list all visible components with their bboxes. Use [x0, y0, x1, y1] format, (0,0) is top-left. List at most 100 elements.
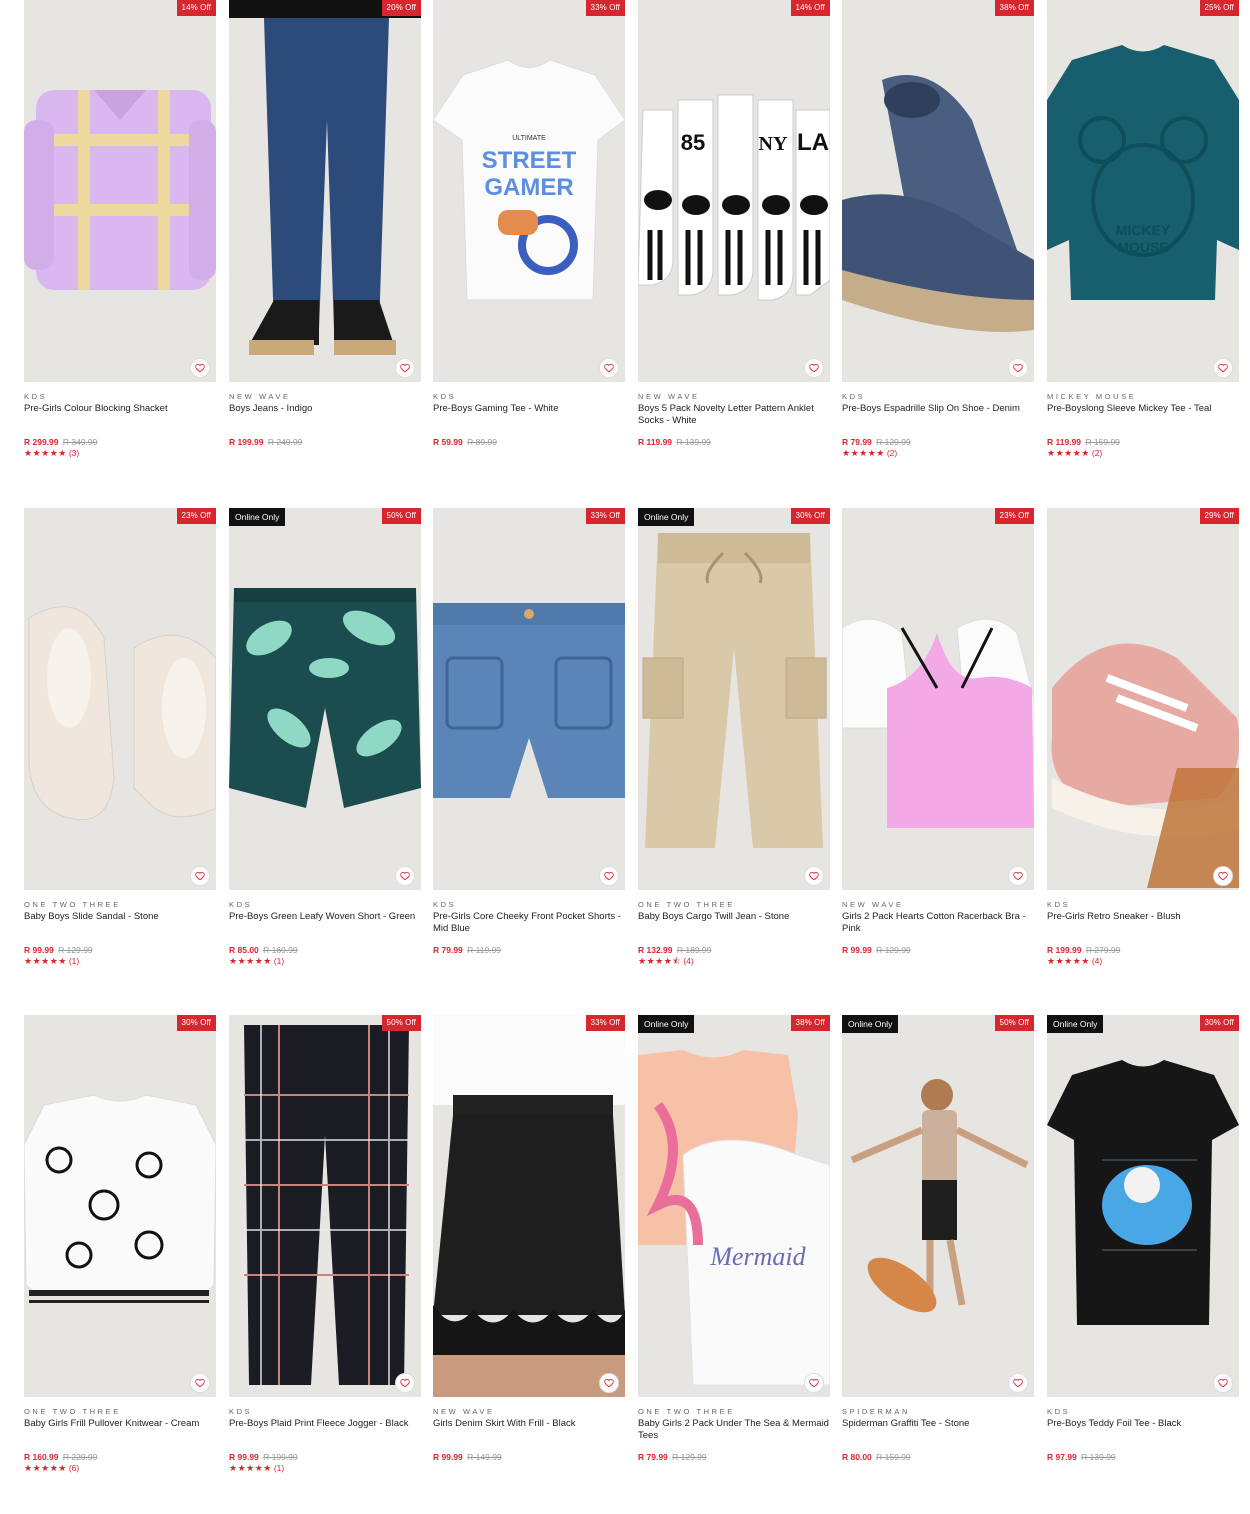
product-image[interactable]: 23% Off: [24, 508, 216, 890]
product-name[interactable]: Girls Denim Skirt With Frill - Black: [433, 1418, 625, 1442]
product-brand[interactable]: KDS: [433, 392, 625, 401]
product-brand[interactable]: KDS: [24, 392, 216, 401]
product-image[interactable]: 38% Off: [842, 0, 1034, 382]
product-image[interactable]: 33% Off: [433, 508, 625, 890]
product-card[interactable]: Online Only 30% Off KDS Pre-Boys Teddy F…: [1047, 1015, 1239, 1462]
star-rating[interactable]: ★★★★★ (1): [229, 1463, 421, 1474]
product-brand[interactable]: KDS: [433, 900, 625, 909]
product-card[interactable]: 33% Off NEW WAVE Girls Denim Skirt With …: [433, 1015, 625, 1462]
product-brand[interactable]: KDS: [842, 392, 1034, 401]
product-image[interactable]: Online Only 30% Off: [1047, 1015, 1239, 1397]
product-brand[interactable]: SPIDERMAN: [842, 1407, 1034, 1416]
product-image[interactable]: Online Only 50% Off: [842, 1015, 1034, 1397]
product-brand[interactable]: KDS: [1047, 1407, 1239, 1416]
wishlist-heart-icon[interactable]: [804, 358, 824, 378]
product-card[interactable]: 14% Off KDS Pre-Girls Colour Blocking Sh…: [24, 0, 216, 459]
wishlist-heart-icon[interactable]: [1008, 866, 1028, 886]
product-brand[interactable]: ONE TWO THREE: [638, 900, 830, 909]
product-name[interactable]: Pre-Boys Green Leafy Woven Short - Green: [229, 911, 421, 935]
product-image[interactable]: Mermaid Online Only 38% Off: [638, 1015, 830, 1397]
wishlist-heart-icon[interactable]: [1213, 1373, 1233, 1393]
wishlist-heart-icon[interactable]: [599, 866, 619, 886]
product-name[interactable]: Pre-Boys Plaid Print Fleece Jogger - Bla…: [229, 1418, 421, 1442]
product-name[interactable]: Baby Boys Slide Sandal - Stone: [24, 911, 216, 935]
star-rating[interactable]: ★★★★★ (1): [229, 956, 421, 967]
star-rating[interactable]: ★★★★★ (1): [24, 956, 216, 967]
product-card[interactable]: Mermaid Online Only 38% Off ONE TWO THRE…: [638, 1015, 830, 1462]
product-image[interactable]: 29% Off: [1047, 508, 1239, 890]
product-image[interactable]: Online Only 30% Off: [638, 508, 830, 890]
product-image[interactable]: 85 NY LA 14% Off: [638, 0, 830, 382]
star-rating[interactable]: ★★★★★ (2): [1047, 448, 1239, 459]
star-rating[interactable]: ★★★★★ (6): [24, 1463, 216, 1474]
price-row: R 79.99 R 129.99: [638, 1452, 830, 1462]
product-card[interactable]: 23% Off ONE TWO THREE Baby Boys Slide Sa…: [24, 508, 216, 967]
product-brand[interactable]: KDS: [229, 1407, 421, 1416]
wishlist-heart-icon[interactable]: [1008, 358, 1028, 378]
product-name[interactable]: Pre-Girls Colour Blocking Shacket: [24, 403, 216, 427]
product-image[interactable]: Online Only 50% Off: [229, 508, 421, 890]
product-card[interactable]: 33% Off KDS Pre-Girls Core Cheeky Front …: [433, 508, 625, 955]
product-card[interactable]: MICKEY MOUSE 25% Off MICKEY MOUSE Pre-Bo…: [1047, 0, 1239, 459]
product-brand[interactable]: KDS: [1047, 900, 1239, 909]
wishlist-heart-icon[interactable]: [1213, 866, 1233, 886]
product-brand[interactable]: NEW WAVE: [842, 900, 1034, 909]
product-name[interactable]: Pre-Boys Teddy Foil Tee - Black: [1047, 1418, 1239, 1442]
product-brand[interactable]: ONE TWO THREE: [24, 900, 216, 909]
product-brand[interactable]: KDS: [229, 900, 421, 909]
product-image[interactable]: 50% Off: [229, 1015, 421, 1397]
product-brand[interactable]: MICKEY MOUSE: [1047, 392, 1239, 401]
product-name[interactable]: Pre-Girls Core Cheeky Front Pocket Short…: [433, 911, 625, 935]
wishlist-heart-icon[interactable]: [395, 358, 415, 378]
wishlist-heart-icon[interactable]: [1213, 358, 1233, 378]
wishlist-heart-icon[interactable]: [1008, 1373, 1028, 1393]
product-card[interactable]: 85 NY LA 14% Off NEW WAVE Boys 5 Pack No…: [638, 0, 830, 447]
product-image[interactable]: 20% Off: [229, 0, 421, 382]
product-name[interactable]: Baby Girls 2 Pack Under The Sea & Mermai…: [638, 1418, 830, 1442]
product-brand[interactable]: ONE TWO THREE: [24, 1407, 216, 1416]
product-name[interactable]: Pre-Boys Espadrille Slip On Shoe - Denim: [842, 403, 1034, 427]
product-card[interactable]: Online Only 50% Off SPIDERMAN Spiderman …: [842, 1015, 1034, 1462]
product-card[interactable]: 23% Off NEW WAVE Girls 2 Pack Hearts Cot…: [842, 508, 1034, 955]
product-name[interactable]: Spiderman Graffiti Tee - Stone: [842, 1418, 1034, 1442]
product-name[interactable]: Pre-Boyslong Sleeve Mickey Tee - Teal: [1047, 403, 1239, 427]
product-image[interactable]: ULTIMATE STREET GAMER 33% Off: [433, 0, 625, 382]
product-name[interactable]: Pre-Boys Gaming Tee - White: [433, 403, 625, 427]
product-brand[interactable]: NEW WAVE: [638, 392, 830, 401]
product-name[interactable]: Boys 5 Pack Novelty Letter Pattern Ankle…: [638, 403, 830, 427]
product-card[interactable]: Online Only 30% Off ONE TWO THREE Baby B…: [638, 508, 830, 967]
product-image[interactable]: 30% Off: [24, 1015, 216, 1397]
product-image[interactable]: 23% Off: [842, 508, 1034, 890]
wishlist-heart-icon[interactable]: [190, 1373, 210, 1393]
product-card[interactable]: 50% Off KDS Pre-Boys Plaid Print Fleece …: [229, 1015, 421, 1474]
product-card[interactable]: ULTIMATE STREET GAMER 33% Off KDS Pre-Bo…: [433, 0, 625, 447]
wishlist-heart-icon[interactable]: [599, 1373, 619, 1393]
product-name[interactable]: Baby Boys Cargo Twill Jean - Stone: [638, 911, 830, 935]
product-brand[interactable]: ONE TWO THREE: [638, 1407, 830, 1416]
product-name[interactable]: Girls 2 Pack Hearts Cotton Racerback Bra…: [842, 911, 1034, 935]
wishlist-heart-icon[interactable]: [395, 866, 415, 886]
product-brand[interactable]: NEW WAVE: [433, 1407, 625, 1416]
product-name[interactable]: Pre-Girls Retro Sneaker - Blush: [1047, 911, 1239, 935]
product-image[interactable]: 14% Off: [24, 0, 216, 382]
product-image[interactable]: 33% Off: [433, 1015, 625, 1397]
wishlist-heart-icon[interactable]: [190, 358, 210, 378]
wishlist-heart-icon[interactable]: [599, 358, 619, 378]
product-card[interactable]: 38% Off KDS Pre-Boys Espadrille Slip On …: [842, 0, 1034, 459]
star-rating[interactable]: ★★★★★ (4): [1047, 956, 1239, 967]
star-rating[interactable]: ★★★★★ (2): [842, 448, 1034, 459]
product-card[interactable]: 29% Off KDS Pre-Girls Retro Sneaker - Bl…: [1047, 508, 1239, 967]
star-rating[interactable]: ★★★★★ (3): [24, 448, 216, 459]
wishlist-heart-icon[interactable]: [804, 866, 824, 886]
wishlist-heart-icon[interactable]: [395, 1373, 415, 1393]
product-image[interactable]: MICKEY MOUSE 25% Off: [1047, 0, 1239, 382]
product-card[interactable]: 20% Off NEW WAVE Boys Jeans - Indigo R 1…: [229, 0, 421, 447]
product-brand[interactable]: NEW WAVE: [229, 392, 421, 401]
wishlist-heart-icon[interactable]: [190, 866, 210, 886]
wishlist-heart-icon[interactable]: [804, 1373, 824, 1393]
product-name[interactable]: Boys Jeans - Indigo: [229, 403, 421, 427]
product-card[interactable]: Online Only 50% Off KDS Pre-Boys Green L…: [229, 508, 421, 967]
product-name[interactable]: Baby Girls Frill Pullover Knitwear - Cre…: [24, 1418, 216, 1442]
star-rating[interactable]: ★★★★⯪ (4): [638, 956, 830, 967]
product-card[interactable]: 30% Off ONE TWO THREE Baby Girls Frill P…: [24, 1015, 216, 1474]
